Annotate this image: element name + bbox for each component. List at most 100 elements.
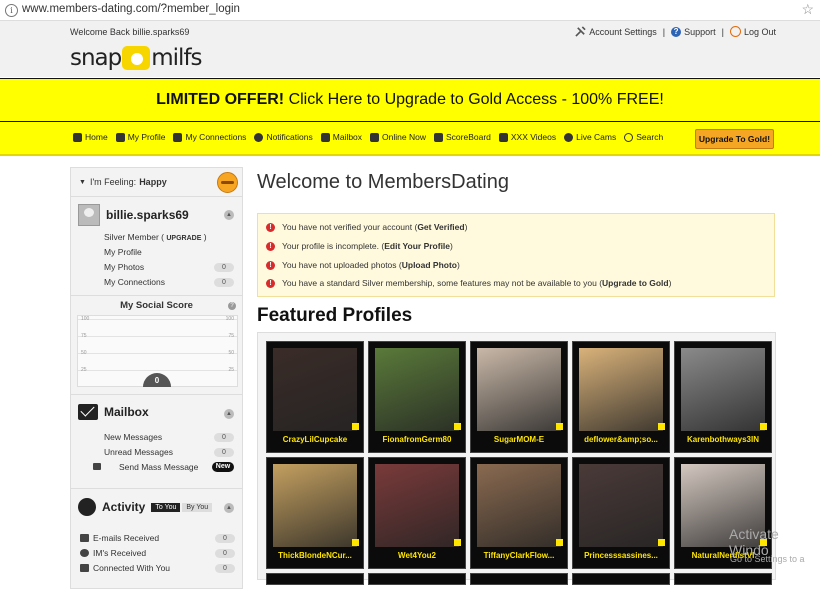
- profile-name[interactable]: FionafromGerm80: [369, 435, 465, 444]
- logo-right-text: milfs: [151, 45, 202, 71]
- my-profile-link[interactable]: My Profile: [104, 245, 234, 260]
- activity-header: Activity To You By You: [78, 498, 213, 516]
- profile-card[interactable]: Karenbothways3IN: [674, 341, 772, 453]
- site-info-icon[interactable]: i: [5, 4, 18, 17]
- new-badge: New: [212, 462, 234, 472]
- support-link[interactable]: ? Support: [671, 26, 716, 37]
- profile-name[interactable]: TiffanyClarkFlow...: [471, 551, 567, 560]
- emails-received-link[interactable]: E-mails Received 0: [80, 531, 235, 546]
- profile-name[interactable]: SugarMOM-E: [471, 435, 567, 444]
- upgrade-link[interactable]: UPGRADE: [166, 235, 201, 242]
- profile-photo[interactable]: [579, 348, 663, 431]
- activity-icon: [78, 498, 96, 516]
- nav-my-connections[interactable]: My Connections: [173, 132, 246, 142]
- power-icon: [729, 26, 741, 37]
- unread-messages-link[interactable]: Unread Messages 0: [104, 445, 234, 460]
- account-settings-link[interactable]: Account Settings: [575, 26, 657, 37]
- alert-item: ! Your profile is incomplete. ( Edit Your…: [266, 241, 453, 251]
- profile-photo[interactable]: [273, 348, 357, 431]
- profile-photo[interactable]: [477, 348, 561, 431]
- profile-photo[interactable]: [273, 464, 357, 547]
- nav-home[interactable]: Home: [73, 132, 108, 142]
- upload-photo-link[interactable]: Upload Photo: [402, 260, 457, 270]
- collapse-mailbox-icon[interactable]: ▲: [224, 409, 234, 419]
- profile-photo[interactable]: [375, 348, 459, 431]
- nav-xxx-videos[interactable]: XXX Videos: [498, 132, 556, 142]
- score-tick: 100: [81, 316, 90, 322]
- profile-card-partial[interactable]: [266, 573, 364, 585]
- unread-messages-count: 0: [214, 448, 234, 457]
- logout-label: Log Out: [743, 26, 776, 37]
- connected-with-you-link[interactable]: Connected With You 0: [80, 561, 235, 576]
- profile-card[interactable]: deflower&amp;so...: [572, 341, 670, 453]
- profile-card[interactable]: Princesssassines...: [572, 457, 670, 569]
- tab-by-you[interactable]: By You: [182, 502, 213, 512]
- edit-profile-link[interactable]: Edit Your Profile: [384, 241, 450, 251]
- get-verified-link[interactable]: Get Verified: [417, 222, 464, 232]
- profile-card[interactable]: TiffanyClarkFlow...: [470, 457, 568, 569]
- profile-name[interactable]: Princesssassines...: [573, 551, 669, 560]
- browser-url-bar[interactable]: i www.members-dating.com/?member_login ☆: [0, 0, 820, 21]
- profile-card[interactable]: ThickBlondeNCur...: [266, 457, 364, 569]
- username[interactable]: billie.sparks69: [106, 208, 189, 222]
- connected-count: 0: [215, 564, 235, 573]
- avatar[interactable]: [78, 204, 100, 226]
- profile-name[interactable]: ThickBlondeNCur...: [267, 551, 363, 560]
- profile-name[interactable]: Wet4You2: [369, 551, 465, 560]
- profile-photo[interactable]: [681, 348, 765, 431]
- feeling-selector[interactable]: ▼ I'm Feeling: Happy: [71, 168, 242, 197]
- caret-down-icon: ▼: [79, 178, 86, 186]
- activity-title: Activity: [102, 500, 146, 514]
- score-tick: 50: [81, 350, 87, 356]
- ims-received-link[interactable]: IM's Received 0: [80, 546, 235, 561]
- profile-name[interactable]: CrazyLilCupcake: [267, 435, 363, 444]
- nav-live-cams[interactable]: Live Cams: [564, 132, 616, 142]
- profile-name[interactable]: deflower&amp;so...: [573, 435, 669, 444]
- nav-mailbox[interactable]: Mailbox: [320, 132, 362, 142]
- my-connections-link[interactable]: My Connections 0: [104, 275, 234, 290]
- new-messages-count: 0: [214, 433, 234, 442]
- profile-card[interactable]: FionafromGerm80: [368, 341, 466, 453]
- send-mass-message-link[interactable]: Send Mass Message New: [93, 460, 234, 475]
- limited-offer-banner[interactable]: LIMITED OFFER! Click Here to Upgrade to …: [0, 78, 820, 122]
- profile-card-partial[interactable]: [470, 573, 568, 585]
- profile-card[interactable]: Wet4You2: [368, 457, 466, 569]
- tab-to-you[interactable]: To You: [151, 502, 181, 512]
- help-icon[interactable]: ?: [228, 302, 236, 310]
- nav-label: ScoreBoard: [445, 132, 491, 142]
- profile-card-partial[interactable]: [572, 573, 670, 585]
- profile-card[interactable]: CrazyLilCupcake: [266, 341, 364, 453]
- new-messages-link[interactable]: New Messages 0: [104, 430, 234, 445]
- collapse-activity-icon[interactable]: ▲: [224, 503, 234, 513]
- envelope-icon: [320, 132, 330, 142]
- logout-link[interactable]: Log Out: [729, 26, 776, 37]
- url-text[interactable]: www.members-dating.com/?member_login: [22, 3, 240, 15]
- emails-received-count: 0: [215, 534, 235, 543]
- profile-photo[interactable]: [579, 464, 663, 547]
- upgrade-to-gold-link[interactable]: Upgrade to Gold: [602, 278, 669, 288]
- profile-card-partial[interactable]: [674, 573, 772, 585]
- nav-scoreboard[interactable]: ScoreBoard: [433, 132, 491, 142]
- upgrade-to-gold-button[interactable]: Upgrade To Gold!: [695, 129, 774, 149]
- profile-card[interactable]: SugarMOM-E: [470, 341, 568, 453]
- profile-photo[interactable]: [375, 464, 459, 547]
- main-nav: Home My Profile My Connections Notificat…: [0, 122, 820, 156]
- connections-count-badge: 0: [214, 278, 234, 287]
- webcam-icon: [564, 132, 574, 142]
- nav-my-profile[interactable]: My Profile: [115, 132, 165, 142]
- collapse-profile-icon[interactable]: ▲: [224, 210, 234, 220]
- profile-photo[interactable]: [477, 464, 561, 547]
- photos-count-badge: 0: [214, 263, 234, 272]
- featured-profiles-title: Featured Profiles: [257, 305, 413, 326]
- nav-online-now[interactable]: Online Now: [370, 132, 426, 142]
- my-photos-link[interactable]: My Photos 0: [104, 260, 234, 275]
- profile-name[interactable]: Karenbothways3IN: [675, 435, 771, 444]
- site-logo[interactable]: snap milfs: [70, 43, 203, 73]
- camera-logo-icon: [122, 46, 151, 70]
- profile-card-partial[interactable]: [368, 573, 466, 585]
- nav-notifications[interactable]: Notifications: [254, 132, 313, 142]
- bookmark-star-icon[interactable]: ☆: [801, 1, 814, 18]
- nav-search[interactable]: Search: [624, 132, 663, 142]
- home-icon: [73, 132, 82, 142]
- score-tick: 25: [81, 367, 87, 373]
